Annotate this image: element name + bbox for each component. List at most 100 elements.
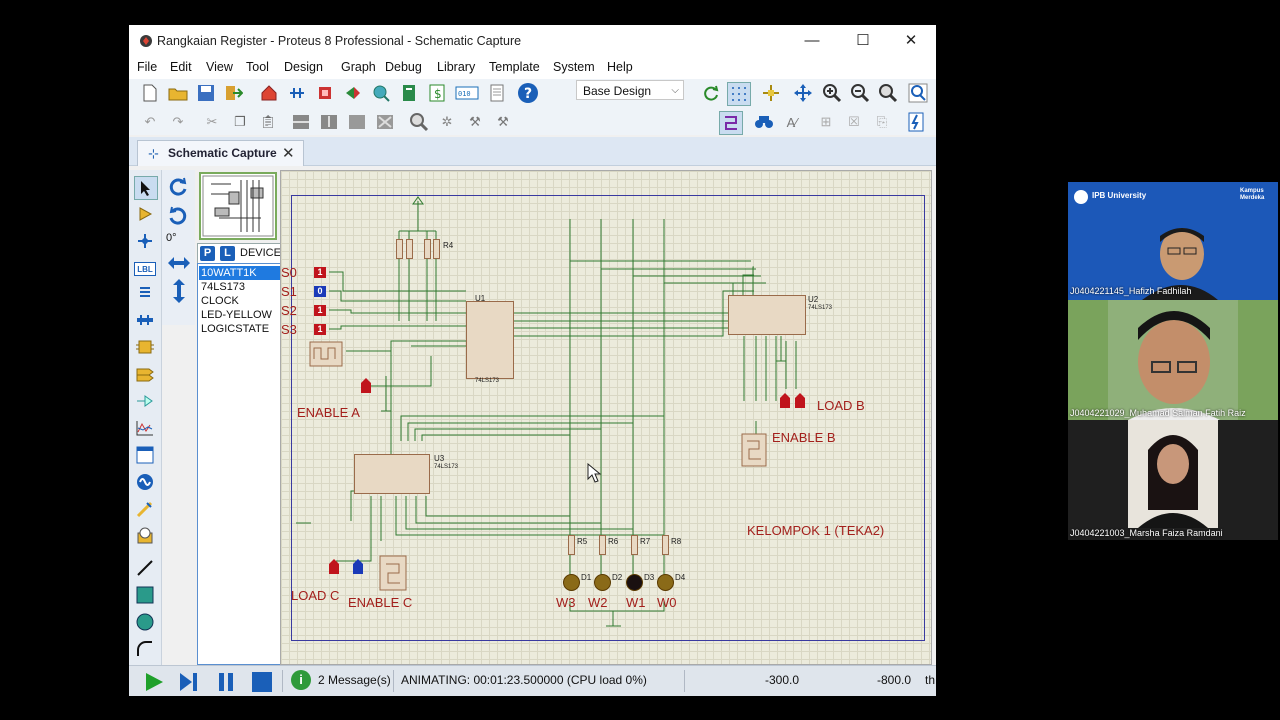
device-item-led-yellow[interactable]: LED-YELLOW xyxy=(199,308,280,322)
menu-debug[interactable]: Debug xyxy=(385,60,422,74)
undo-icon[interactable]: ↶ xyxy=(139,111,161,133)
tab-schematic-capture[interactable]: ⊹ Schematic Capture ✕ xyxy=(137,140,304,166)
chip-u3[interactable] xyxy=(354,454,430,494)
logicstate-s0[interactable]: 1 xyxy=(314,267,326,278)
gerber-viewer-icon[interactable] xyxy=(370,82,392,104)
led-d4[interactable] xyxy=(657,574,674,591)
r4-resistor-2[interactable] xyxy=(406,239,413,259)
message-count[interactable]: 2 Message(s) xyxy=(318,673,391,687)
bom-icon[interactable] xyxy=(398,82,420,104)
r4-resistor-4[interactable] xyxy=(433,239,440,259)
block-move-icon[interactable] xyxy=(318,111,340,133)
menu-view[interactable]: View xyxy=(206,60,233,74)
new-sheet-icon[interactable]: ⊞ xyxy=(815,111,837,133)
new-file-icon[interactable] xyxy=(139,82,161,104)
load-c-logicstates[interactable] xyxy=(327,555,369,575)
logicstate-s1[interactable]: 0 xyxy=(314,286,326,297)
participant-tile-3[interactable]: J0404221003_Marsha Faiza Ramdani xyxy=(1068,420,1278,540)
rotation-angle[interactable]: 0° xyxy=(166,232,177,244)
bus-icon[interactable] xyxy=(134,309,156,331)
device-item-74ls173[interactable]: 74LS173 xyxy=(199,280,280,294)
package-tool-icon[interactable]: ⚒ xyxy=(464,111,486,133)
subcircuit-icon[interactable] xyxy=(134,336,156,358)
zoom-area-icon[interactable] xyxy=(907,82,929,104)
junction-dot-icon[interactable] xyxy=(134,230,156,252)
device-item-logicstate[interactable]: LOGICSTATE xyxy=(199,322,280,336)
electrical-rule-check-icon[interactable] xyxy=(905,111,927,133)
selection-mode-icon[interactable] xyxy=(134,176,158,200)
search-tag-icon[interactable] xyxy=(753,111,775,133)
property-assignment-icon[interactable]: A⁄ xyxy=(781,111,803,133)
menu-system[interactable]: System xyxy=(553,60,595,74)
schematic-canvas[interactable]: R4 S0 S1 S2 S3 1 0 1 1 ENABLE A U1 74LS1… xyxy=(280,170,932,665)
component-mode-icon[interactable] xyxy=(134,203,156,225)
pick-devices-button[interactable]: P xyxy=(200,246,215,261)
participant-tile-2[interactable]: J0404221029_Muhamad Salman Fatih Raiz xyxy=(1068,300,1278,420)
tape-recorder-icon[interactable] xyxy=(134,444,156,466)
r4-resistor-3[interactable] xyxy=(424,239,431,259)
menu-edit[interactable]: Edit xyxy=(170,60,192,74)
pick-device-icon[interactable] xyxy=(408,111,430,133)
logicstate-s2[interactable]: 1 xyxy=(314,305,326,316)
device-item-10watt1k[interactable]: 10WATT1K xyxy=(199,266,280,280)
mirror-horizontal-icon[interactable] xyxy=(167,254,191,277)
close-button[interactable]: ✕ xyxy=(896,29,926,53)
menu-tool[interactable]: Tool xyxy=(246,60,269,74)
home-icon[interactable] xyxy=(258,82,280,104)
resistor-r8[interactable] xyxy=(662,535,669,555)
generator-icon[interactable] xyxy=(134,471,156,493)
block-rotate-icon[interactable] xyxy=(346,111,368,133)
remove-sheet-icon[interactable]: ☒ xyxy=(843,111,865,133)
3d-viewer-icon[interactable] xyxy=(342,82,364,104)
led-d1[interactable] xyxy=(563,574,580,591)
enable-a-logicstate[interactable] xyxy=(359,376,373,394)
clock-generator[interactable] xyxy=(309,341,343,367)
zoom-out-icon[interactable] xyxy=(849,82,871,104)
tab-close-icon[interactable]: ✕ xyxy=(282,144,295,162)
copy-icon[interactable]: ❐ xyxy=(229,111,251,133)
logicstate-s3[interactable]: 1 xyxy=(314,324,326,335)
pcb-layout-icon[interactable] xyxy=(314,82,336,104)
text-script-icon[interactable] xyxy=(134,282,156,304)
terminals-icon[interactable] xyxy=(134,363,156,385)
rotate-clockwise-icon[interactable] xyxy=(167,176,189,203)
source-code-icon[interactable]: 010 xyxy=(454,82,480,104)
notes-icon[interactable] xyxy=(486,82,508,104)
mirror-vertical-icon[interactable] xyxy=(171,278,187,309)
save-icon[interactable] xyxy=(195,82,217,104)
zoom-all-icon[interactable] xyxy=(877,82,899,104)
block-delete-icon[interactable] xyxy=(374,111,396,133)
r4-resistor-1[interactable] xyxy=(396,239,403,259)
menu-design[interactable]: Design xyxy=(284,60,323,74)
resistor-r6[interactable] xyxy=(599,535,606,555)
2d-arc-icon[interactable] xyxy=(134,638,156,660)
help-icon[interactable]: ? xyxy=(517,82,539,104)
zoom-in-icon[interactable] xyxy=(821,82,843,104)
grid-toggle-icon[interactable] xyxy=(727,82,751,106)
redo-icon[interactable]: ↷ xyxy=(167,111,189,133)
wire-autorouter-icon[interactable] xyxy=(719,111,743,135)
block-copy-icon[interactable] xyxy=(290,111,312,133)
import-icon[interactable] xyxy=(223,82,245,104)
schematic-icon[interactable] xyxy=(286,82,308,104)
exit-to-parent-icon[interactable]: ⎘ xyxy=(871,111,893,133)
make-device-icon[interactable]: ✲ xyxy=(436,111,458,133)
menu-help[interactable]: Help xyxy=(607,60,633,74)
voltage-probe-icon[interactable] xyxy=(134,498,156,520)
resistor-r7[interactable] xyxy=(631,535,638,555)
menu-template[interactable]: Template xyxy=(489,60,540,74)
menu-library[interactable]: Library xyxy=(437,60,475,74)
library-manager-button[interactable]: L xyxy=(220,246,235,261)
resistor-r5[interactable] xyxy=(568,535,575,555)
minimize-button[interactable]: — xyxy=(797,29,827,53)
design-selector[interactable]: Base Design ⌵ xyxy=(576,80,684,100)
rotate-anticlockwise-icon[interactable] xyxy=(167,205,189,232)
play-icon[interactable] xyxy=(143,672,165,692)
pause-icon[interactable] xyxy=(215,672,237,692)
device-item-clock[interactable]: CLOCK xyxy=(199,294,280,308)
2d-line-icon[interactable] xyxy=(134,557,156,579)
wire-label-icon[interactable]: LBL xyxy=(134,262,156,276)
origin-icon[interactable] xyxy=(760,82,782,104)
2d-circle-icon[interactable] xyxy=(134,611,156,633)
graph-mode-icon[interactable] xyxy=(134,417,156,439)
